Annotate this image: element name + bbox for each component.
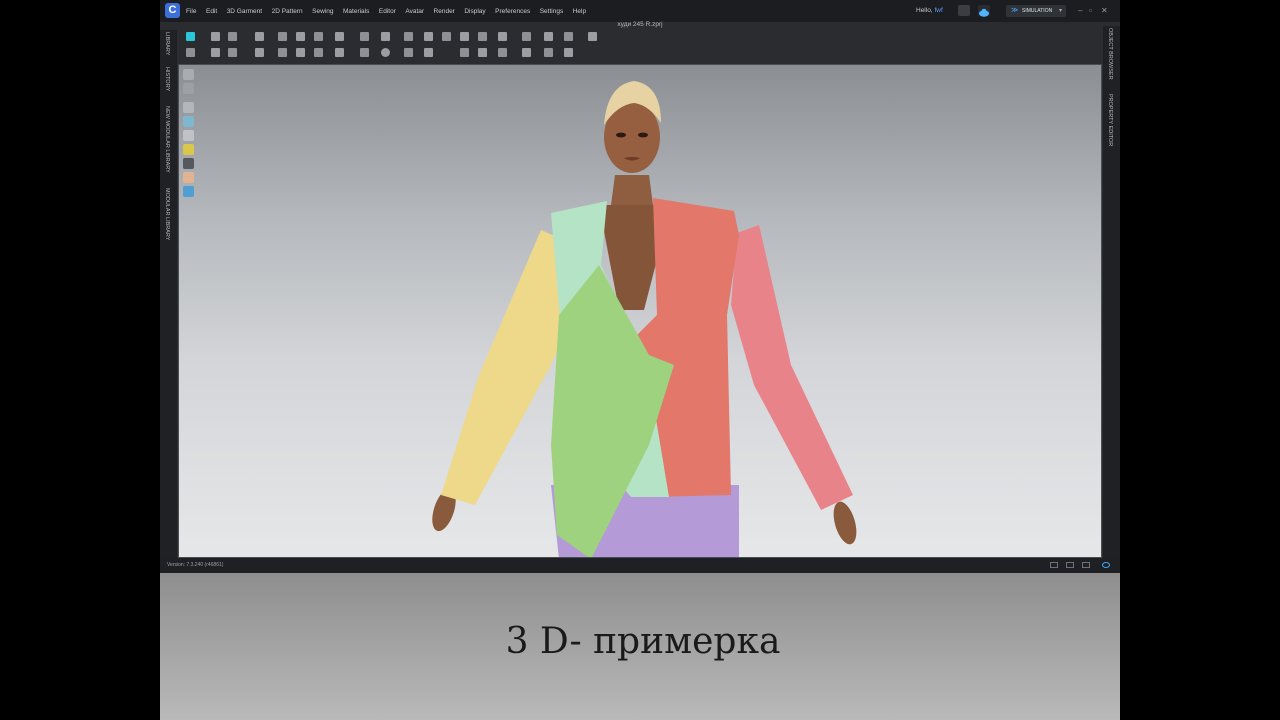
right-eye	[638, 132, 648, 138]
user-greeting[interactable]: Hello, fwf	[916, 7, 943, 14]
clo3d-window: C File Edit 3D Garment 2D Pattern Sewing…	[160, 0, 1120, 573]
fabric-swatch-icon[interactable]	[478, 48, 487, 57]
layout-quad-icon[interactable]	[1082, 562, 1090, 568]
scissors-icon[interactable]	[278, 48, 287, 57]
menu-display[interactable]: Display	[464, 8, 485, 15]
caption-text: 3 D- примерка	[505, 621, 781, 662]
seam-check-icon[interactable]	[335, 48, 344, 57]
camera-icon[interactable]	[958, 5, 970, 16]
cloud-icon[interactable]	[978, 5, 990, 17]
avatar-measure-icon[interactable]	[564, 32, 573, 41]
left-side-panel: LIBRARY HISTORY NEW MODULAR LIBRARY MODU…	[160, 30, 177, 558]
fold-arrangement-icon[interactable]	[335, 32, 344, 41]
status-bar: Version: 7.3.240 (r46861)	[160, 558, 1120, 573]
toolbar-row-2	[178, 48, 598, 60]
pink-sleeve	[731, 225, 853, 510]
minimize-icon[interactable]: –	[1078, 6, 1082, 15]
right-hand	[833, 501, 857, 545]
line-tool-icon[interactable]	[588, 32, 597, 41]
simulation-chevron-icon: ≫	[1011, 7, 1019, 14]
trim-icon[interactable]	[498, 32, 507, 41]
app-logo-icon[interactable]: C	[165, 3, 180, 18]
left-eye	[616, 132, 626, 138]
menu-edit[interactable]: Edit	[206, 8, 217, 15]
sphere-icon[interactable]	[381, 48, 390, 57]
puckering-icon[interactable]	[478, 32, 487, 41]
shrinkage-icon[interactable]	[424, 48, 433, 57]
close-icon[interactable]: ✕	[1101, 6, 1108, 15]
steam-icon[interactable]	[381, 32, 390, 41]
menu-file[interactable]: File	[186, 8, 196, 15]
menu-sewing[interactable]: Sewing	[312, 8, 333, 15]
right-side-panel: OBJECT BROWSER PROPERTY EDITOR	[1103, 26, 1120, 558]
button-tool-icon[interactable]	[424, 32, 433, 41]
bounding-volume-icon[interactable]	[404, 48, 413, 57]
layout-single-icon[interactable]	[1050, 562, 1058, 568]
edit-pattern-icon[interactable]	[296, 32, 305, 41]
sew-segment-icon[interactable]	[296, 48, 305, 57]
menu-settings[interactable]: Settings	[540, 8, 564, 15]
menu-editor[interactable]: Editor	[379, 8, 396, 15]
texture-edit-icon[interactable]	[544, 32, 553, 41]
tab-modular-library[interactable]: MODULAR LIBRARY	[164, 188, 170, 240]
strengthen-icon[interactable]	[460, 48, 469, 57]
menu-3d-garment[interactable]: 3D Garment	[227, 8, 262, 15]
arrow-tool-icon[interactable]	[498, 48, 507, 57]
tab-property-editor[interactable]: PROPERTY EDITOR	[1107, 94, 1113, 146]
pose-icon[interactable]	[186, 48, 195, 57]
menu-preferences[interactable]: Preferences	[495, 8, 530, 15]
menu-materials[interactable]: Materials	[343, 8, 369, 15]
transform-icon[interactable]	[564, 48, 573, 57]
graphic-icon[interactable]	[522, 32, 531, 41]
tab-library[interactable]: LIBRARY	[164, 32, 170, 55]
symmetry-icon[interactable]	[522, 48, 531, 57]
sync-icon[interactable]	[1102, 562, 1110, 568]
move-axis-icon[interactable]	[544, 48, 553, 57]
zipper-icon[interactable]	[442, 32, 451, 41]
username-label: fwf	[934, 7, 943, 14]
tack-icon[interactable]	[255, 32, 264, 41]
greeting-label: Hello,	[916, 7, 933, 14]
avatar-scene	[432, 81, 857, 557]
measure-icon[interactable]	[360, 32, 369, 41]
dropdown-arrow-icon: ▾	[1058, 8, 1062, 14]
select-move-icon[interactable]	[211, 32, 220, 41]
tab-object-browser[interactable]: OBJECT BROWSER	[1107, 28, 1113, 80]
layout-split-icon[interactable]	[1066, 562, 1074, 568]
cloud-glyph-icon	[979, 8, 989, 17]
restore-icon[interactable]: ▫	[1089, 6, 1092, 15]
sew-free-icon[interactable]	[314, 48, 323, 57]
tab-new-modular-library[interactable]: NEW MODULAR LIBRARY	[164, 106, 170, 173]
simulate-icon[interactable]	[186, 32, 195, 41]
caption-panel: 3 D- примерка	[160, 573, 1120, 720]
menu-help[interactable]: Help	[573, 8, 586, 15]
3d-viewport[interactable]	[178, 64, 1102, 558]
arrange-icon[interactable]	[314, 32, 323, 41]
topstitch-icon[interactable]	[460, 32, 469, 41]
file-title: худи 245 R.zprj	[617, 21, 663, 28]
pattern-fold-icon[interactable]	[278, 32, 287, 41]
simulation-label: SIMULATION	[1022, 8, 1053, 14]
neck	[611, 175, 653, 205]
cut-icon[interactable]	[255, 48, 264, 57]
pin-icon[interactable]	[404, 32, 413, 41]
toolbar-row-1	[178, 32, 598, 44]
menu-render[interactable]: Render	[434, 8, 455, 15]
tab-history[interactable]: HISTORY	[164, 67, 170, 91]
menu-bar: C File Edit 3D Garment 2D Pattern Sewing…	[160, 0, 1120, 22]
select-points-icon[interactable]	[211, 48, 220, 57]
menu-2d-pattern[interactable]: 2D Pattern	[272, 8, 303, 15]
menu-avatar[interactable]: Avatar	[405, 8, 424, 15]
main-menu: File Edit 3D Garment 2D Pattern Sewing M…	[186, 0, 596, 22]
version-label: Version: 7.3.240 (r46861)	[167, 562, 224, 568]
select-mesh-icon[interactable]	[228, 32, 237, 41]
simulation-mode-switch[interactable]: ≫ SIMULATION ▾	[1006, 5, 1066, 17]
draw-segment-icon[interactable]	[228, 48, 237, 57]
avatar-pin-icon[interactable]	[360, 48, 369, 57]
